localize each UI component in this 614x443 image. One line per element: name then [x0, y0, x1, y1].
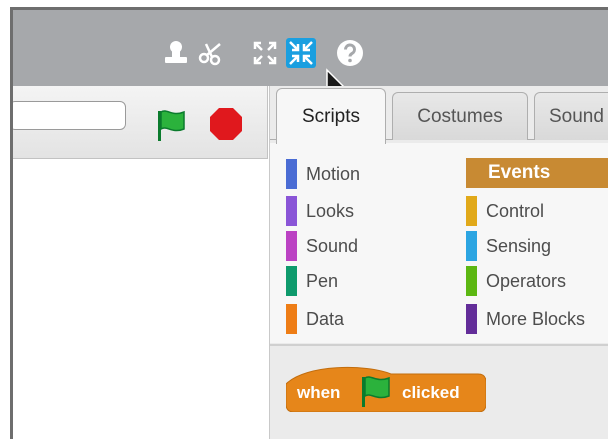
category-events[interactable]: Events	[466, 158, 608, 188]
stage-panel	[13, 86, 271, 439]
cut-icon[interactable]	[196, 38, 226, 68]
category-operators[interactable]: Operators	[466, 266, 566, 296]
category-color-swatch	[466, 266, 477, 296]
category-color-swatch	[466, 231, 477, 261]
block-word-when: when	[297, 383, 341, 402]
category-color-swatch	[286, 196, 297, 226]
category-palette: Motion Looks Sound Pen Data Events Contr…	[270, 143, 608, 343]
category-label: Looks	[306, 200, 355, 221]
tab-label: Costumes	[417, 105, 503, 127]
top-toolbar	[13, 10, 608, 86]
category-label: Events	[488, 162, 551, 183]
category-color-swatch	[286, 159, 297, 189]
category-pen[interactable]: Pen	[286, 266, 338, 296]
category-color-swatch	[286, 231, 297, 261]
when-flag-clicked-block[interactable]: when clicked	[286, 362, 486, 412]
block-palette: when clicked	[270, 346, 608, 439]
tab-label: Scripts	[301, 105, 361, 127]
category-label: Sound	[306, 235, 359, 256]
category-looks[interactable]: Looks	[286, 196, 354, 226]
scripts-panel: Scripts Costumes Sound Motion Looks Soun…	[269, 86, 608, 439]
stage-header	[13, 86, 268, 159]
green-flag-icon	[362, 376, 390, 407]
tab-costumes[interactable]: Costumes	[392, 92, 528, 140]
block-word-clicked: clicked	[402, 383, 460, 402]
scratch-editor: Scripts Costumes Sound Motion Looks Soun…	[10, 7, 608, 439]
category-color-swatch	[286, 304, 297, 334]
green-flag-icon[interactable]	[153, 107, 189, 143]
category-color-swatch	[466, 196, 477, 226]
category-label: Sensing	[486, 235, 552, 256]
stop-icon[interactable]	[208, 106, 244, 142]
tab-scripts[interactable]: Scripts	[276, 88, 386, 144]
category-label: More Blocks	[486, 308, 586, 329]
category-label: Operators	[486, 270, 567, 291]
help-icon[interactable]	[335, 38, 365, 68]
category-data[interactable]: Data	[286, 304, 344, 334]
category-sensing[interactable]: Sensing	[466, 231, 551, 261]
category-more-blocks[interactable]: More Blocks	[466, 304, 585, 334]
category-label: Pen	[306, 270, 339, 291]
tab-sounds[interactable]: Sound	[534, 92, 608, 140]
grow-icon[interactable]	[250, 38, 280, 68]
category-label: Control	[486, 200, 545, 221]
tab-label: Sound	[549, 105, 604, 127]
project-title-input[interactable]	[13, 101, 126, 130]
category-color-swatch	[286, 266, 297, 296]
category-sound[interactable]: Sound	[286, 231, 358, 261]
shrink-icon[interactable]	[286, 38, 316, 68]
duplicate-icon[interactable]	[161, 38, 191, 68]
category-label: Data	[306, 308, 345, 329]
category-color-swatch	[466, 304, 477, 334]
category-label: Motion	[306, 163, 361, 184]
category-motion[interactable]: Motion	[286, 159, 360, 189]
category-control[interactable]: Control	[466, 196, 544, 226]
